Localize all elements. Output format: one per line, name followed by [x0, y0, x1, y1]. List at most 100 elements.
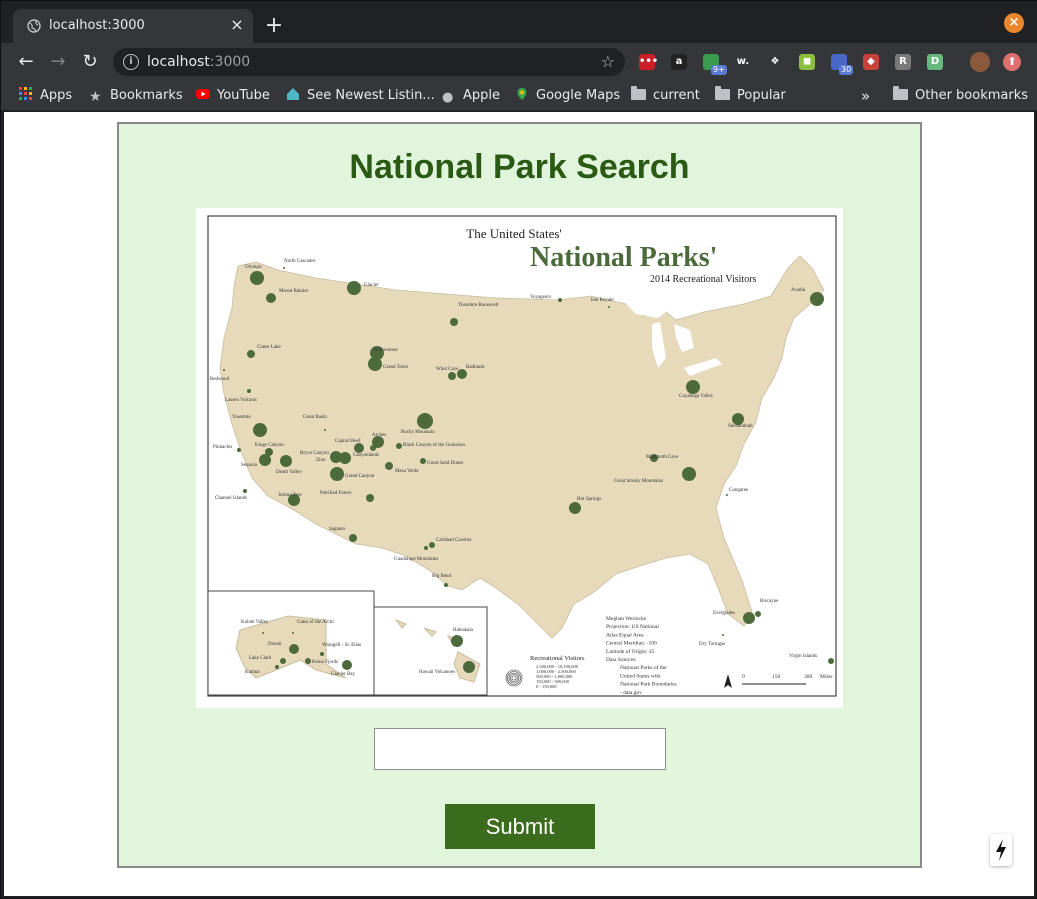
park-label: Kings Canyon: [255, 443, 284, 448]
park-marker: [755, 611, 761, 617]
park-label: Dry Tortugas: [699, 642, 725, 647]
park-label: Kenai Fjords: [312, 660, 338, 665]
window-close-button[interactable]: ×: [1004, 13, 1024, 33]
park-marker: [247, 389, 251, 393]
park-marker: [417, 413, 433, 429]
park-label: North Cascades: [284, 259, 316, 264]
folder-icon: [893, 86, 908, 100]
park-label: Theodore Roosevelt: [458, 303, 499, 308]
park-label: Grand Teton: [383, 365, 408, 370]
bookmark-bookmarks[interactable]: ★ Bookmarks: [89, 87, 183, 105]
bookmark-folder-current[interactable]: current: [631, 86, 700, 105]
park-marker: [682, 467, 696, 481]
park-label: Glacier Bay: [331, 672, 356, 677]
bookmark-google-maps[interactable]: Google Maps: [515, 87, 620, 105]
park-marker: [370, 445, 376, 451]
forward-arrow-icon[interactable]: →: [47, 51, 69, 73]
park-label: Mammoth Cave: [646, 455, 679, 460]
search-input[interactable]: [374, 728, 666, 770]
extension-grey-icon[interactable]: R: [895, 54, 911, 70]
amazon-icon[interactable]: a: [671, 54, 687, 70]
park-marker: [354, 443, 364, 453]
address-bar[interactable]: i localhost:3000 ☆: [113, 48, 625, 76]
scale-label: 150: [772, 674, 781, 680]
back-arrow-icon[interactable]: ←: [15, 51, 37, 73]
update-icon[interactable]: ⬆: [1003, 53, 1021, 71]
park-label: Arches: [372, 433, 386, 438]
tab-close-icon[interactable]: ×: [229, 17, 245, 33]
new-tab-button[interactable]: +: [263, 15, 285, 37]
folder-icon: [715, 86, 730, 100]
park-label: Petrified Forest: [320, 491, 352, 496]
dropbox-icon[interactable]: ❖: [767, 54, 783, 70]
scale-label: 0: [742, 674, 745, 680]
park-marker: [722, 634, 724, 636]
avatar[interactable]: [970, 52, 990, 72]
bookmark-folder-other[interactable]: Other bookmarks: [893, 86, 1029, 105]
park-label: Wrangell - St. Elias: [322, 643, 361, 648]
park-label: Big Bend: [432, 574, 452, 579]
bookmark-other-label: Other bookmarks: [915, 88, 1029, 103]
park-marker: [451, 635, 463, 647]
park-label: Mesa Verde: [395, 469, 419, 474]
apps-grid-icon: [19, 87, 32, 100]
extension-green-icon[interactable]: ◼: [799, 54, 815, 70]
credit-line: National Park Boundaries: [620, 682, 677, 688]
park-label: Great Sand Dunes: [427, 461, 463, 466]
credit-line: Data Sources:: [606, 657, 637, 663]
park-label: Mount Rainier: [279, 289, 309, 294]
bookmark-apps[interactable]: Apps: [19, 87, 72, 105]
bookmark-folder-popular[interactable]: Popular: [715, 86, 786, 105]
tab-title: localhost:3000: [49, 18, 145, 33]
park-label: Biscayne: [760, 599, 779, 604]
info-icon[interactable]: i: [123, 54, 139, 70]
park-marker: [262, 632, 264, 634]
park-marker: [448, 372, 456, 380]
park-label: Canyonlands: [353, 453, 379, 458]
park-label: Lassen Volcanic: [225, 398, 258, 403]
bookmark-newest-listings[interactable]: See Newest Listin...: [286, 87, 435, 105]
bookmark-popular-label: Popular: [737, 88, 786, 103]
park-marker: [243, 489, 247, 493]
park-marker: [250, 271, 264, 285]
park-label: Denali: [268, 642, 282, 647]
youtube-icon: [196, 89, 210, 99]
bookmark-star-icon[interactable]: ☆: [601, 52, 615, 71]
bookmark-youtube[interactable]: YouTube: [196, 87, 270, 105]
park-label: Great Basin: [303, 415, 327, 420]
park-label: Rocky Mountain: [401, 430, 435, 435]
extension-badge: 30: [839, 65, 854, 75]
lastpass-icon[interactable]: •••: [639, 54, 658, 70]
park-label: Gates of the Arctic: [297, 620, 335, 625]
park-marker: [320, 652, 324, 656]
park-marker: [726, 494, 728, 496]
extension-d-icon[interactable]: D: [927, 54, 943, 70]
wordtune-icon[interactable]: w.: [735, 54, 751, 70]
park-marker: [349, 534, 357, 542]
park-marker: [247, 350, 255, 358]
extension-red-icon[interactable]: ◆: [863, 54, 879, 70]
park-label: Redwood: [210, 377, 230, 382]
browser-toolbar: ← → ↻ i localhost:3000 ☆ ••• a 9+ w. ❖ ◼ 30 ◆ R D…: [1, 43, 1037, 81]
lightning-icon[interactable]: [990, 834, 1012, 866]
park-marker: [347, 281, 361, 295]
park-label: Voyageurs: [530, 295, 551, 300]
bookmark-bookmarks-label: Bookmarks: [110, 88, 183, 103]
park-marker: [396, 443, 402, 449]
park-label: Lake Clark: [249, 656, 272, 661]
park-marker: [385, 462, 393, 470]
tab-localhost[interactable]: localhost:3000 ×: [13, 9, 253, 43]
park-label: Great Smoky Mountains: [614, 479, 663, 484]
park-label: Badlands: [466, 365, 485, 370]
park-marker: [330, 451, 342, 463]
submit-button[interactable]: Submit: [445, 804, 595, 849]
bookmark-apple[interactable]: ● Apple: [442, 87, 500, 105]
bookmarks-overflow-button[interactable]: »: [861, 87, 870, 105]
scale-label: 300: [804, 674, 813, 680]
park-marker: [424, 546, 428, 550]
map-title-main: National Parks': [530, 242, 717, 273]
park-label: Katmai: [245, 670, 260, 675]
park-label: Carlsbad Caverns: [436, 538, 471, 543]
reload-icon[interactable]: ↻: [79, 51, 101, 73]
url-text: localhost:3000: [147, 54, 250, 70]
